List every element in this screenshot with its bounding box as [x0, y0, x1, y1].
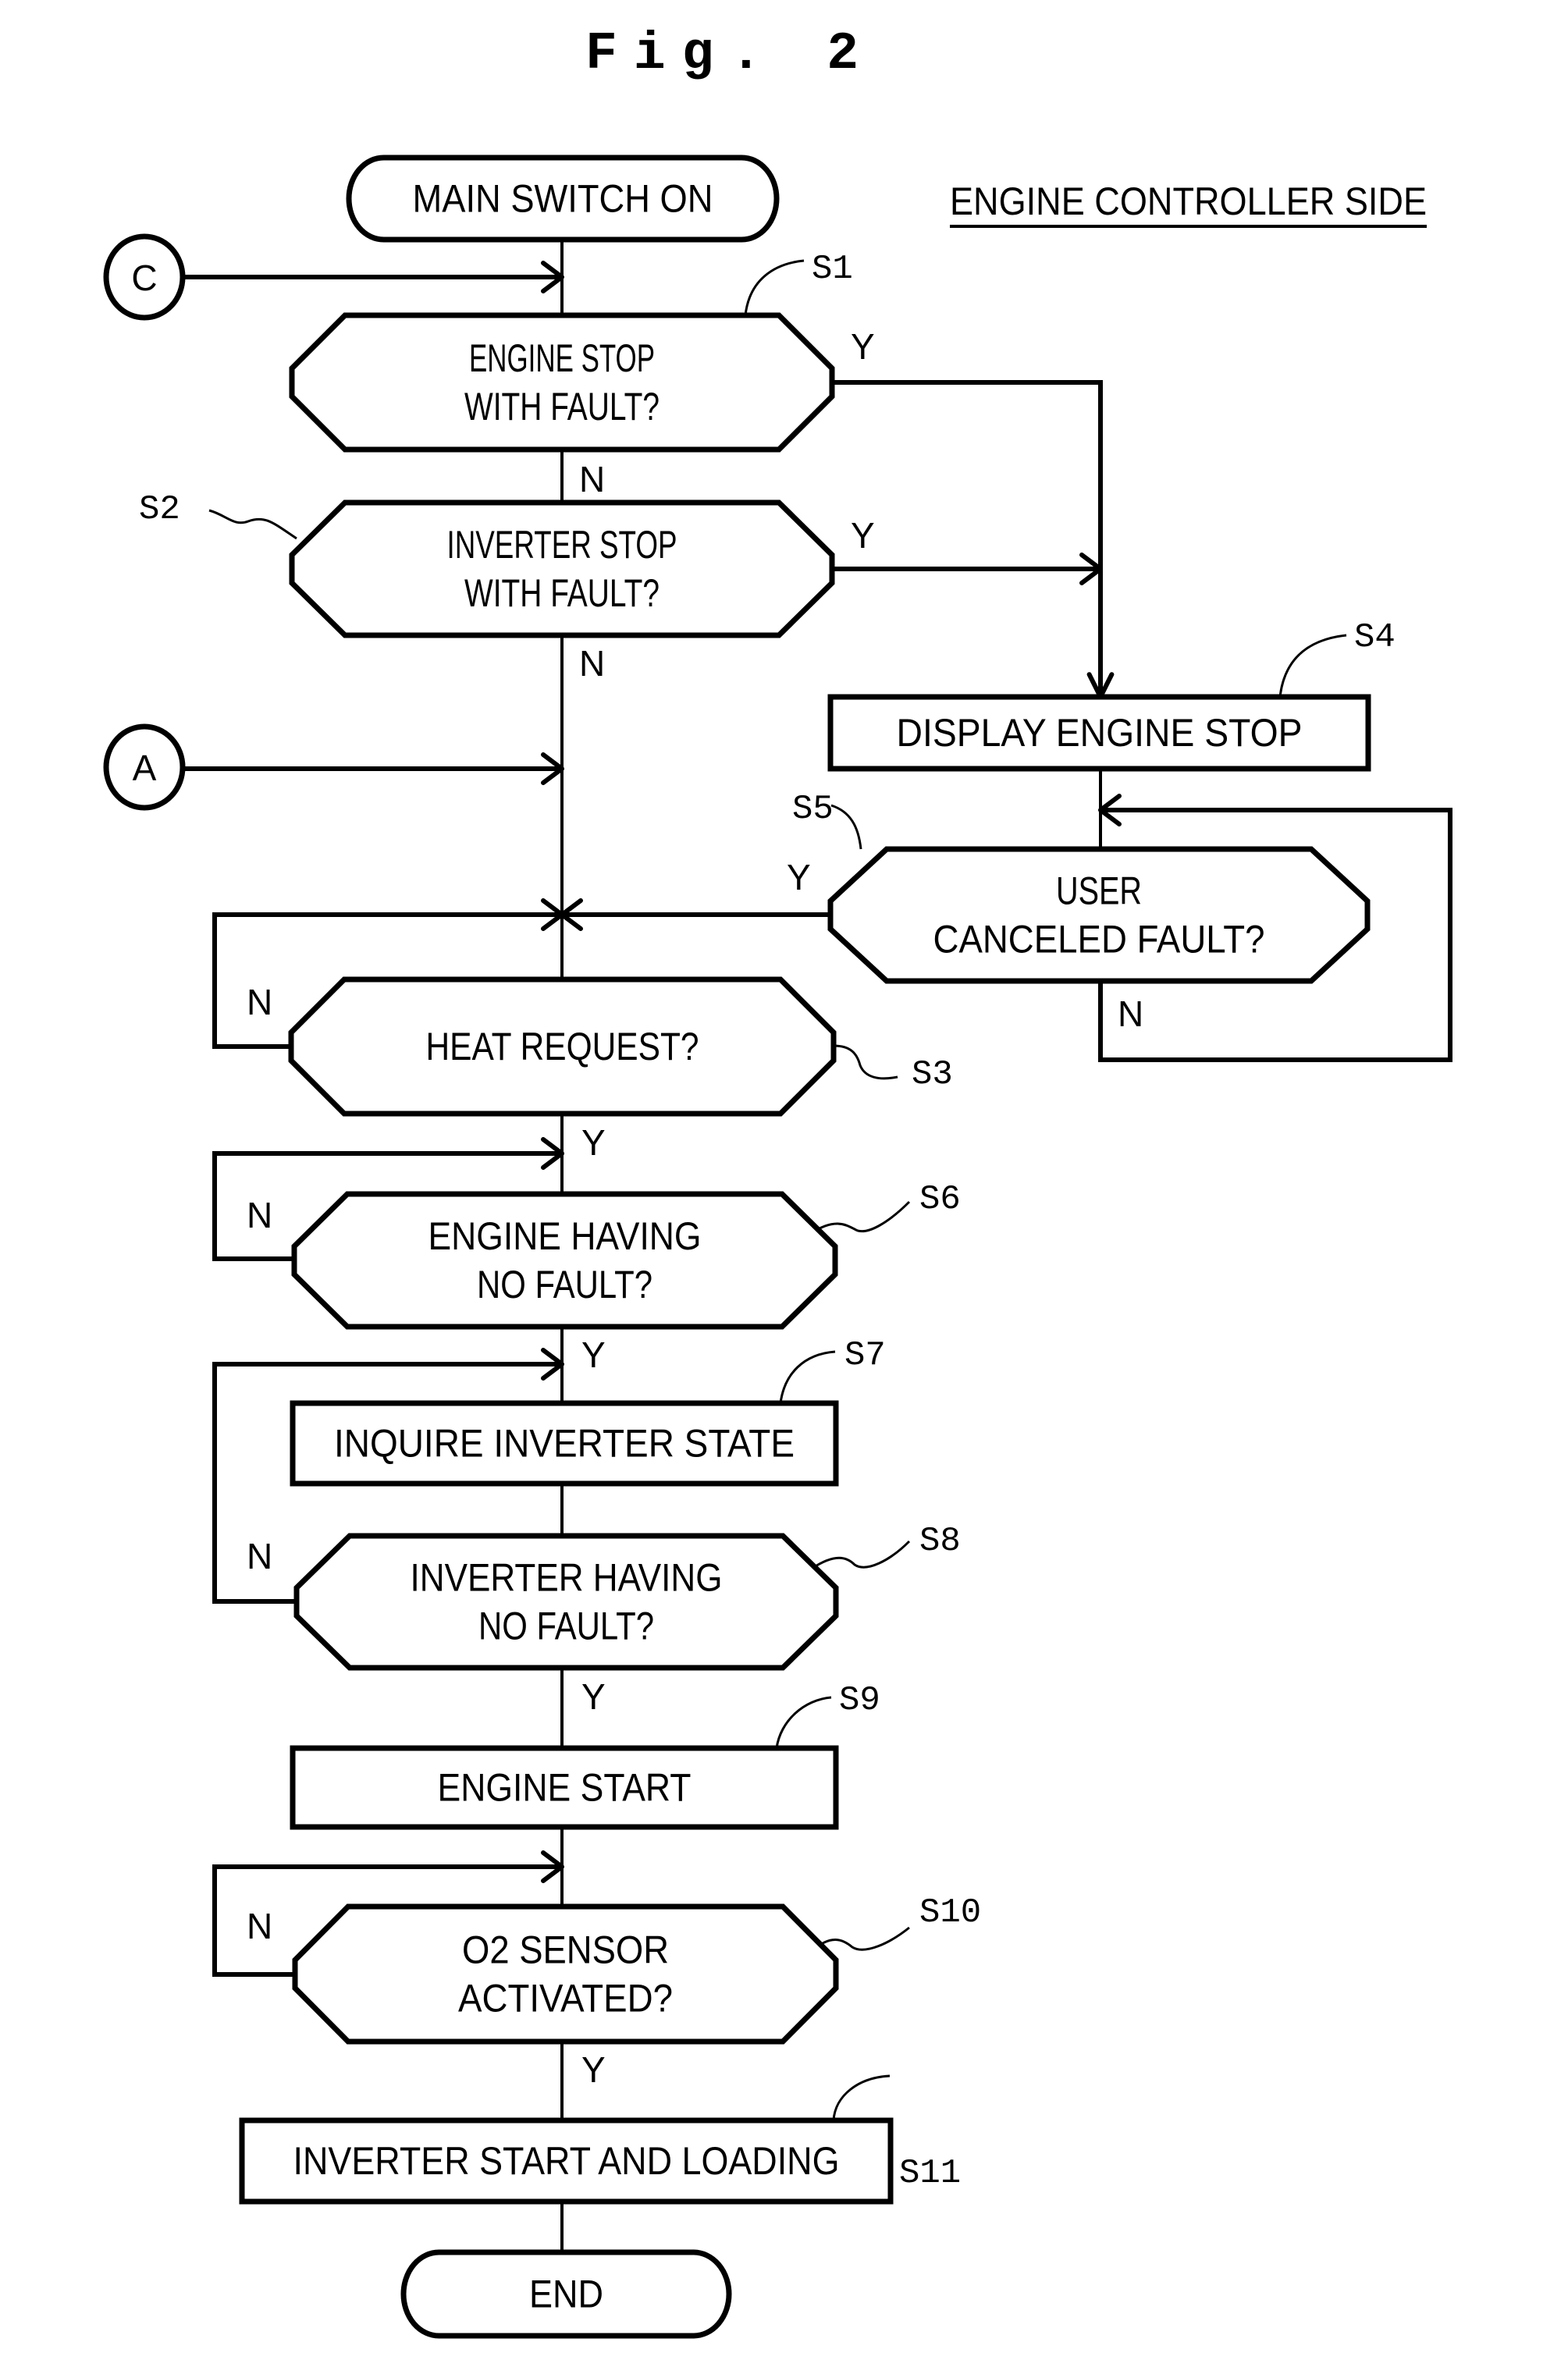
process-text: INQUIRE INVERTER STATE	[334, 1422, 795, 1466]
decision-text: ENGINE STOP	[469, 336, 655, 380]
leader-line	[744, 259, 805, 316]
leader-line	[833, 1044, 898, 1080]
decision-text: O2 SENSOR	[462, 1928, 669, 1972]
branch-label-y: Y	[851, 326, 875, 367]
decision-text: NO FAULT?	[478, 1605, 654, 1648]
branch-label-n: N	[247, 982, 272, 1022]
branch-label-y: Y	[851, 515, 875, 556]
decision-text: WITH FAULT?	[464, 385, 660, 428]
step-label-s7: S7	[844, 1336, 886, 1375]
decision-text: USER	[1056, 869, 1142, 913]
flowchart: Fig. 2 ENGINE CONTROLLER SIDE MAIN SWITC…	[103, 24, 1452, 2339]
decision-s10[interactable]	[292, 1903, 839, 2045]
leader-line	[811, 1540, 911, 1570]
branch-label-n: N	[579, 459, 605, 499]
decision-text: ACTIVATED?	[458, 1977, 673, 2020]
leader-line	[811, 1200, 911, 1235]
branch-label-y: Y	[787, 857, 811, 897]
decision-text: WITH FAULT?	[464, 571, 660, 615]
side-label: ENGINE CONTROLLER SIDE	[950, 179, 1427, 223]
decision-text: HEAT REQUEST?	[426, 1025, 699, 1068]
connector-label: A	[133, 748, 157, 788]
process-text: INVERTER START AND LOADING	[293, 2139, 840, 2183]
step-label-s11: S11	[899, 2154, 961, 2193]
step-label-s1: S1	[812, 250, 853, 289]
decision-text: CANCELED FAULT?	[933, 918, 1265, 961]
step-label-s3: S3	[912, 1055, 953, 1094]
step-label-s10: S10	[919, 1893, 981, 1932]
branch-label-n: N	[579, 643, 605, 684]
terminator-text: END	[529, 2273, 603, 2316]
step-label-s5: S5	[792, 790, 834, 829]
branch-label-n: N	[247, 1906, 272, 1946]
decision-text: INVERTER HAVING	[411, 1556, 723, 1600]
branch-label-y: Y	[581, 1122, 606, 1163]
leader-line	[775, 1696, 832, 1749]
branch-label-y: Y	[581, 1676, 606, 1717]
process-text: DISPLAY ENGINE STOP	[897, 711, 1303, 755]
connector-label: C	[131, 258, 157, 298]
leader-line	[830, 804, 862, 850]
branch-label-n: N	[247, 1195, 272, 1235]
leader-line	[779, 1350, 836, 1404]
step-label-s4: S4	[1354, 618, 1396, 657]
decision-text: NO FAULT?	[477, 1263, 652, 1306]
branch-label-n: N	[1118, 993, 1143, 1034]
decision-text: INVERTER STOP	[447, 523, 677, 567]
figure-title: Fig. 2	[585, 24, 859, 84]
branch-label-y: Y	[581, 1335, 606, 1375]
process-text: ENGINE START	[438, 1766, 692, 1810]
leader-line	[1278, 634, 1347, 698]
nodes	[103, 155, 1371, 2339]
step-label-s6: S6	[919, 1180, 961, 1219]
branch-label-y: Y	[581, 2049, 606, 2090]
decision-text: ENGINE HAVING	[428, 1214, 702, 1258]
leader-line	[832, 2074, 891, 2121]
step-label-s9: S9	[839, 1681, 880, 1720]
decision-s1[interactable]	[289, 312, 835, 453]
branch-label-n: N	[247, 1536, 272, 1576]
leader-line	[208, 509, 297, 540]
step-label-s2: S2	[139, 490, 180, 529]
terminator-text: MAIN SWITCH ON	[413, 177, 713, 221]
step-label-s8: S8	[919, 1522, 961, 1561]
